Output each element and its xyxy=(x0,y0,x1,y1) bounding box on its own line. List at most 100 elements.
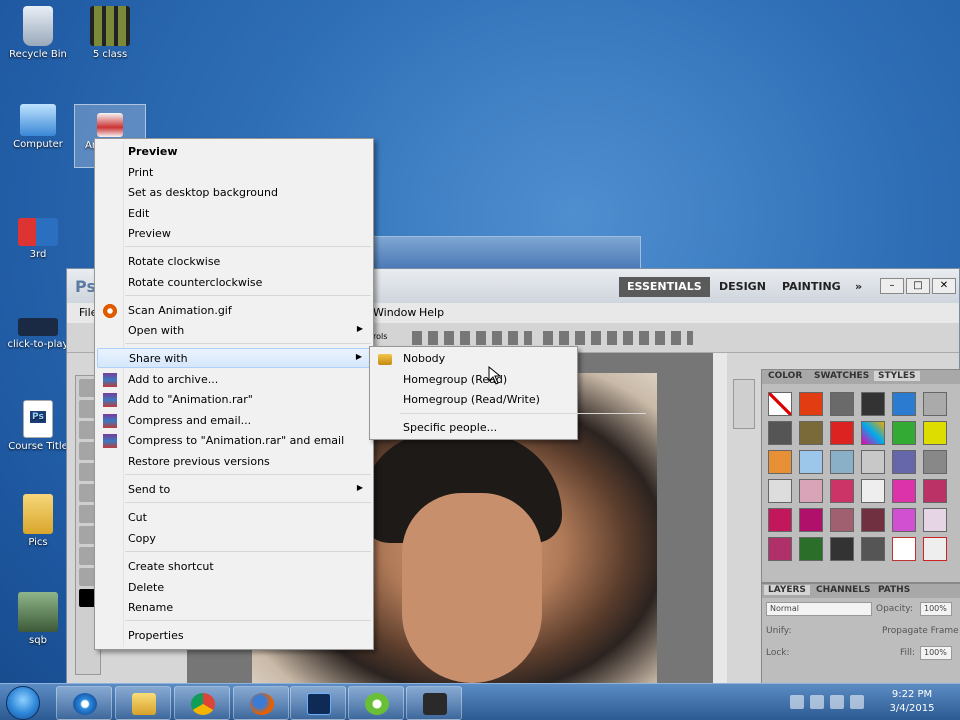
tab-swatches[interactable]: SWATCHES xyxy=(814,371,869,381)
taskbar-internet-explorer[interactable] xyxy=(56,686,112,720)
network-icon[interactable] xyxy=(830,695,844,709)
menu-item-set-desktop-background[interactable]: Set as desktop background xyxy=(97,183,373,203)
taskbar-firefox[interactable] xyxy=(233,686,289,720)
action-center-flag-icon[interactable] xyxy=(810,695,824,709)
background-window-titlebar[interactable] xyxy=(373,236,641,270)
style-swatch[interactable] xyxy=(830,421,854,445)
submenu-item-homegroup-read[interactable]: Homegroup (Read) xyxy=(372,370,577,390)
menu-item-preview-default[interactable]: Preview xyxy=(97,142,373,162)
desktop-icon-recycle-bin[interactable]: Recycle Bin xyxy=(2,6,74,60)
style-swatch[interactable] xyxy=(768,537,792,561)
tab-color[interactable]: COLOR xyxy=(768,371,802,381)
style-swatch[interactable] xyxy=(799,421,823,445)
menu-window[interactable]: Window xyxy=(373,306,416,319)
style-swatch[interactable] xyxy=(799,450,823,474)
menu-item-scan[interactable]: Scan Animation.gif xyxy=(97,301,373,321)
menu-item-create-shortcut[interactable]: Create shortcut xyxy=(97,557,373,577)
desktop-icon-3rd[interactable]: 3rd xyxy=(2,218,74,260)
tray-arrow-icon[interactable] xyxy=(790,695,804,709)
style-swatch[interactable] xyxy=(768,508,792,532)
style-swatch[interactable] xyxy=(799,508,823,532)
menu-item-properties[interactable]: Properties xyxy=(97,626,373,646)
taskbar-file-explorer[interactable] xyxy=(115,686,171,720)
menu-item-delete[interactable]: Delete xyxy=(97,578,373,598)
desktop-icon-click-to-play[interactable]: click-to-play xyxy=(2,318,74,350)
style-swatch[interactable] xyxy=(892,479,916,503)
taskbar-utorrent[interactable] xyxy=(348,686,404,720)
style-swatch[interactable] xyxy=(830,479,854,503)
menu-item-edit[interactable]: Edit xyxy=(97,204,373,224)
tab-layers[interactable]: LAYERS xyxy=(764,585,810,595)
panel-icon-strip[interactable] xyxy=(733,379,755,429)
menu-item-rotate-counterclockwise[interactable]: Rotate counterclockwise xyxy=(97,273,373,293)
style-swatch[interactable] xyxy=(768,392,792,416)
style-swatch[interactable] xyxy=(923,392,947,416)
workspace-design[interactable]: DESIGN xyxy=(711,277,774,297)
style-swatch[interactable] xyxy=(830,508,854,532)
menu-item-send-to[interactable]: Send to ▶ xyxy=(97,480,373,500)
style-swatch[interactable] xyxy=(768,421,792,445)
start-button[interactable] xyxy=(6,686,40,720)
style-swatch[interactable] xyxy=(923,537,947,561)
canvas-scrollbar[interactable] xyxy=(713,353,727,689)
blend-mode-select[interactable]: Normal xyxy=(766,602,872,616)
style-swatch[interactable] xyxy=(861,392,885,416)
style-swatch[interactable] xyxy=(861,450,885,474)
taskbar-chrome[interactable] xyxy=(174,686,230,720)
tab-paths[interactable]: PATHS xyxy=(878,585,910,595)
desktop-icon-sqb[interactable]: sqb xyxy=(2,592,74,646)
style-swatch[interactable] xyxy=(892,537,916,561)
desktop-icon-pics[interactable]: Pics xyxy=(2,494,74,548)
style-swatch[interactable] xyxy=(923,508,947,532)
menu-help[interactable]: Help xyxy=(419,306,444,319)
style-swatch[interactable] xyxy=(830,450,854,474)
style-swatch[interactable] xyxy=(892,421,916,445)
tab-styles[interactable]: STYLES xyxy=(874,371,920,381)
tab-channels[interactable]: CHANNELS xyxy=(816,585,871,595)
menu-item-preview[interactable]: Preview xyxy=(97,224,373,244)
style-swatch[interactable] xyxy=(861,421,885,445)
desktop-icon-computer[interactable]: Computer xyxy=(2,104,74,150)
style-swatch[interactable] xyxy=(830,392,854,416)
style-swatch[interactable] xyxy=(861,479,885,503)
menu-item-print[interactable]: Print xyxy=(97,163,373,183)
propagate-frame-checkbox[interactable]: Propagate Frame xyxy=(882,626,959,636)
menu-item-rename[interactable]: Rename xyxy=(97,598,373,618)
taskbar-clock[interactable]: 9:22 PM 3/4/2015 xyxy=(882,688,942,716)
close-button[interactable]: ✕ xyxy=(932,278,956,294)
menu-item-compress-email[interactable]: Compress and email... xyxy=(97,411,373,431)
style-swatch[interactable] xyxy=(923,479,947,503)
opacity-input[interactable]: 100% xyxy=(920,602,952,616)
style-swatch[interactable] xyxy=(861,508,885,532)
menu-item-add-to-archive[interactable]: Add to archive... xyxy=(97,370,373,390)
volume-icon[interactable] xyxy=(850,695,864,709)
menu-item-rotate-clockwise[interactable]: Rotate clockwise xyxy=(97,252,373,272)
menu-item-add-to-animation-rar[interactable]: Add to "Animation.rar" xyxy=(97,390,373,410)
style-swatch[interactable] xyxy=(923,421,947,445)
menu-item-restore-previous-versions[interactable]: Restore previous versions xyxy=(97,452,373,472)
submenu-item-nobody[interactable]: Nobody xyxy=(372,349,577,369)
submenu-item-specific-people[interactable]: Specific people... xyxy=(372,418,577,438)
workspace-more-button[interactable]: » xyxy=(847,277,870,297)
menu-item-compress-to-rar-email[interactable]: Compress to "Animation.rar" and email xyxy=(97,431,373,451)
menu-item-share-with[interactable]: Share with ▶ xyxy=(97,348,373,368)
menu-item-open-with[interactable]: Open with ▶ xyxy=(97,321,373,341)
desktop-icon-5-class[interactable]: 5 class xyxy=(74,6,146,60)
maximize-button[interactable]: □ xyxy=(906,278,930,294)
style-swatch[interactable] xyxy=(923,450,947,474)
style-swatch[interactable] xyxy=(861,537,885,561)
distribute-icons[interactable] xyxy=(543,331,693,345)
submenu-item-homegroup-read-write[interactable]: Homegroup (Read/Write) xyxy=(372,390,577,410)
workspace-painting[interactable]: PAINTING xyxy=(774,277,849,297)
style-swatch[interactable] xyxy=(830,537,854,561)
style-swatch[interactable] xyxy=(892,450,916,474)
desktop-icon-course-title[interactable]: Ps Course Title xyxy=(2,400,74,452)
menu-item-copy[interactable]: Copy xyxy=(97,529,373,549)
style-swatch[interactable] xyxy=(799,479,823,503)
style-swatch[interactable] xyxy=(892,508,916,532)
style-swatch[interactable] xyxy=(768,479,792,503)
fill-input[interactable]: 100% xyxy=(920,646,952,660)
style-swatch[interactable] xyxy=(799,392,823,416)
menu-item-cut[interactable]: Cut xyxy=(97,508,373,528)
style-swatch[interactable] xyxy=(768,450,792,474)
